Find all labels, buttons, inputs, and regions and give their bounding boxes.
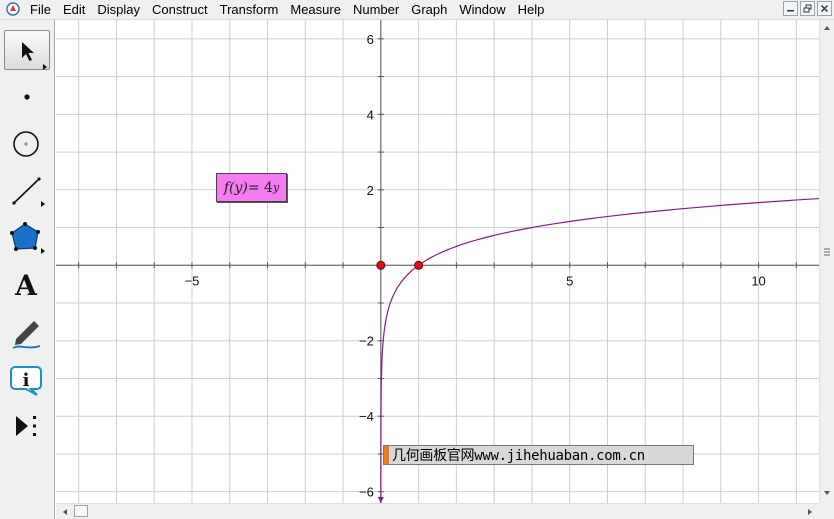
- vertical-scrollbar[interactable]: [819, 20, 834, 503]
- scroll-right-icon[interactable]: [803, 505, 817, 519]
- pentagon-icon: [10, 222, 45, 254]
- app-icon[interactable]: [6, 2, 20, 16]
- point-icon: [24, 94, 30, 100]
- segment-icon: [12, 177, 45, 207]
- y-tick-label: −4: [359, 409, 374, 424]
- menu-edit[interactable]: Edit: [57, 0, 91, 19]
- grid: [56, 20, 819, 503]
- function-label[interactable]: f(y) = 4y: [216, 173, 287, 202]
- menu-transform[interactable]: Transform: [214, 0, 285, 19]
- marker-tool[interactable]: [4, 312, 50, 352]
- x-tick-label: −5: [185, 273, 200, 288]
- menu-bar: File Edit Display Construct Transform Measure…: [0, 0, 834, 20]
- window-controls: [783, 1, 832, 16]
- y-tick-label: 2: [367, 183, 374, 198]
- scroll-left-icon[interactable]: [58, 505, 72, 519]
- custom-tool[interactable]: [4, 406, 50, 446]
- custom-tools-icon: [16, 416, 36, 436]
- menu-display[interactable]: Display: [91, 0, 146, 19]
- y-tick-label: −2: [359, 334, 374, 349]
- svg-text:i: i: [23, 370, 30, 391]
- info-icon: i: [10, 366, 42, 396]
- function-variable: y: [234, 179, 243, 196]
- scroll-down-icon[interactable]: [820, 486, 834, 500]
- horizontal-scrollbar[interactable]: [56, 503, 819, 519]
- selection-arrow-tool[interactable]: [4, 30, 50, 70]
- horizontal-scroll-thumb[interactable]: [74, 505, 88, 517]
- straightedge-tool[interactable]: [4, 171, 50, 211]
- x-tick-label: 10: [751, 273, 765, 288]
- scroll-grip-icon[interactable]: [820, 246, 834, 258]
- restore-icon: [803, 4, 812, 13]
- points: [376, 260, 424, 503]
- y-tick-label: 4: [367, 107, 374, 122]
- y-tick-label: 6: [367, 32, 374, 47]
- toolbox: A i: [0, 20, 55, 519]
- graph-point: [376, 260, 386, 270]
- pen-icon: [12, 321, 41, 349]
- point-tool[interactable]: [4, 77, 50, 117]
- x-tick-label: 5: [566, 273, 573, 288]
- compass-tool[interactable]: [4, 124, 50, 164]
- menu-help[interactable]: Help: [512, 0, 551, 19]
- watermark-text: 几何画板官网www.jihehuaban.com.cn: [392, 448, 645, 464]
- minimize-icon: [787, 10, 794, 12]
- menu-number[interactable]: Number: [347, 0, 405, 19]
- sketch-canvas[interactable]: −5 5 10 6 4 2 −2 −4 −6 f(y) = 4y 几何画板官网www.jiheh…: [56, 20, 819, 503]
- watermark: 几何画板官网www.jihehuaban.com.cn: [383, 445, 694, 465]
- text-tool[interactable]: A: [4, 265, 50, 305]
- arrow-cursor-icon: [22, 42, 47, 70]
- function-equals-base: = 4: [247, 179, 273, 196]
- menu-window[interactable]: Window: [453, 0, 511, 19]
- close-button[interactable]: [817, 1, 832, 16]
- coordinate-plane[interactable]: −5 5 10 6 4 2 −2 −4 −6: [56, 20, 819, 503]
- function-name: f: [223, 179, 229, 196]
- circle-icon: [13, 131, 39, 157]
- close-icon: [821, 5, 828, 12]
- scroll-up-icon[interactable]: [820, 21, 834, 35]
- graph-point: [414, 260, 424, 270]
- watermark-accent: [384, 446, 389, 464]
- information-tool[interactable]: i: [4, 359, 50, 399]
- menu-graph[interactable]: Graph: [405, 0, 453, 19]
- menu-file[interactable]: File: [24, 0, 57, 19]
- scroll-corner: [819, 503, 834, 519]
- menu-measure[interactable]: Measure: [284, 0, 347, 19]
- menu: File Edit Display Construct Transform Measure…: [24, 0, 550, 19]
- text-a-icon: A: [14, 269, 38, 302]
- axes: [56, 20, 819, 503]
- function-exponent: y: [272, 181, 280, 194]
- y-tick-label: −6: [359, 485, 374, 500]
- minimize-button[interactable]: [783, 1, 798, 16]
- polygon-tool[interactable]: [4, 218, 50, 258]
- svg-text:A: A: [14, 269, 38, 302]
- restore-button[interactable]: [800, 1, 815, 16]
- menu-construct[interactable]: Construct: [146, 0, 214, 19]
